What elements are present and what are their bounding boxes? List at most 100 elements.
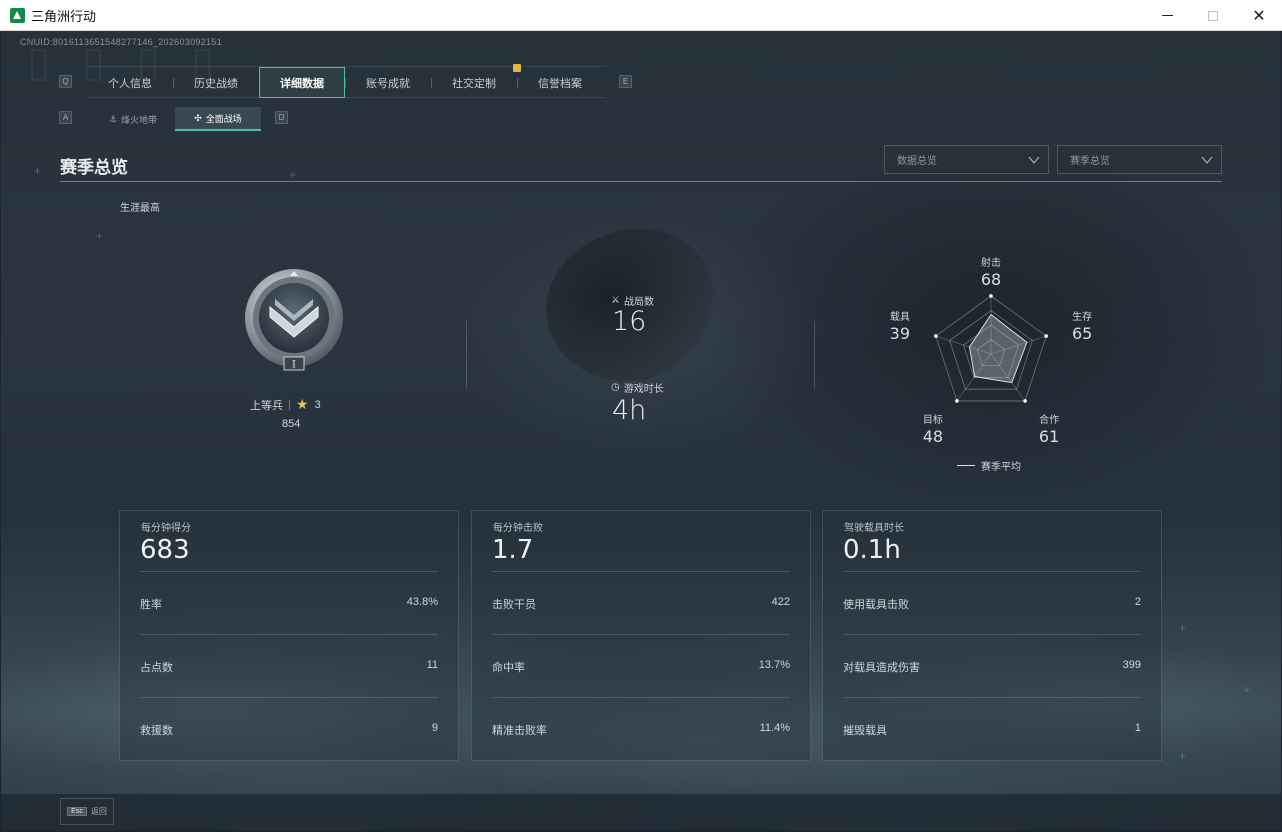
radar-vertex-dot bbox=[955, 399, 959, 403]
anchor-icon: ⚓ bbox=[108, 113, 118, 124]
divider bbox=[843, 571, 1141, 572]
maximize-button[interactable] bbox=[1190, 0, 1236, 31]
game-screen: ▯ ▯ ▯ ▯ + + + + + + CNUID:80161136515482… bbox=[1, 31, 1281, 831]
subtab-prev-key-hint[interactable]: A bbox=[59, 111, 72, 124]
radar-axis-label: 合作 bbox=[1039, 413, 1059, 426]
radar-chart-svg: 射击68 生存65 合作61 目标48 载具39 bbox=[890, 257, 1093, 446]
season-overview-dropdown[interactable]: 赛季总览 bbox=[1057, 145, 1222, 174]
decor-plus-icon: + bbox=[34, 164, 42, 178]
star-icon: ★ bbox=[296, 396, 309, 412]
radar-legend: 赛季平均 bbox=[957, 458, 1021, 473]
tab-achievements[interactable]: 账号成就 bbox=[345, 67, 431, 98]
stat-panel-vehicle: 驾驶载具时长 0.1h 使用载具击败 2 对载具造成伤害 399 摧毁载具 1 bbox=[822, 510, 1162, 761]
stat-row: 命中率 13.7% bbox=[492, 659, 790, 674]
window-title: 三角洲行动 bbox=[31, 8, 97, 24]
divider bbox=[492, 634, 790, 635]
tab-prev-key-hint[interactable]: Q bbox=[59, 75, 72, 88]
stat-row: 精准击败率 11.4% bbox=[492, 722, 790, 737]
subtab-operations[interactable]: ⚓ 烽火地带 bbox=[91, 107, 175, 131]
radar-value-area bbox=[968, 313, 1028, 384]
radar-axis-value: 65 bbox=[1072, 324, 1092, 343]
panel-title: 每分钟击败 bbox=[493, 523, 543, 534]
stat-row: 使用载具击败 2 bbox=[843, 596, 1141, 611]
divider bbox=[140, 571, 438, 572]
tab-next-key-hint[interactable]: E bbox=[619, 75, 632, 88]
panel-value: 1.7 bbox=[492, 535, 534, 565]
subtab-warfare[interactable]: ✣ 全面战场 bbox=[175, 107, 261, 131]
decor-plus-icon: + bbox=[1179, 749, 1187, 763]
maximize-icon bbox=[1208, 10, 1218, 21]
stat-row: 胜率 43.8% bbox=[140, 596, 438, 611]
tab-match-history[interactable]: 历史战绩 bbox=[173, 67, 259, 98]
radar-vertex-dot bbox=[1023, 399, 1027, 403]
divider bbox=[466, 321, 467, 389]
divider bbox=[140, 697, 438, 698]
close-icon: ✕ bbox=[1252, 7, 1266, 25]
divider bbox=[289, 399, 290, 410]
page-title: 赛季总览 bbox=[60, 158, 128, 177]
panel-title: 驾驶载具时长 bbox=[844, 523, 904, 534]
rank-points: 854 bbox=[282, 418, 301, 430]
cnuid-text: CNUID:8016113651548277146_202603092151 bbox=[20, 37, 222, 47]
stat-row: 摧毁载具 1 bbox=[843, 722, 1141, 737]
decor-plus-icon: + bbox=[289, 168, 297, 182]
radar-axis-value: 68 bbox=[981, 270, 1001, 289]
tab-reputation[interactable]: 信誉档案 bbox=[517, 67, 603, 98]
panel-value: 683 bbox=[140, 535, 190, 565]
rank-badge-icon: I bbox=[245, 269, 343, 371]
stat-row: 救援数 9 bbox=[140, 722, 438, 737]
panel-title: 每分钟得分 bbox=[141, 523, 191, 534]
divider bbox=[814, 321, 815, 389]
career-best-label: 生涯最高 bbox=[120, 203, 160, 214]
panel-value: 0.1h bbox=[843, 535, 901, 565]
radar-axis-value: 61 bbox=[1039, 427, 1059, 446]
esc-key-hint: Esc bbox=[67, 807, 87, 816]
chevron-down-icon bbox=[1028, 156, 1040, 164]
rank-name: 上等兵 bbox=[250, 399, 283, 412]
main-tabs: 个人信息 历史战绩 详细数据 账号成就 社交定制 信誉档案 bbox=[87, 64, 606, 98]
data-overview-dropdown[interactable]: 数据总览 bbox=[884, 145, 1049, 174]
divider bbox=[843, 697, 1141, 698]
app-logo-icon bbox=[10, 7, 25, 23]
radar-axis-label: 射击 bbox=[981, 257, 1001, 269]
back-button[interactable]: Esc 返回 bbox=[60, 798, 114, 825]
rank-info: 上等兵 ★ 3 bbox=[250, 396, 321, 413]
rank-numeral: I bbox=[292, 360, 296, 371]
stat-row: 对载具造成伤害 399 bbox=[843, 659, 1141, 674]
radar-axis-value: 39 bbox=[890, 324, 910, 343]
decor-plus-icon: + bbox=[96, 229, 104, 243]
crossed-swords-icon: ⚔ bbox=[611, 295, 620, 306]
stat-panel-score: 每分钟得分 683 胜率 43.8% 占点数 11 救援数 9 bbox=[119, 510, 459, 761]
radar-axis-value: 48 bbox=[923, 427, 943, 446]
radar-axis-label: 生存 bbox=[1072, 310, 1092, 323]
decor-plus-icon: + bbox=[1179, 621, 1187, 635]
decor-plus-icon: + bbox=[1243, 683, 1251, 697]
divider bbox=[60, 181, 1222, 182]
close-button[interactable]: ✕ bbox=[1236, 0, 1282, 31]
tab-detailed-data[interactable]: 详细数据 bbox=[259, 67, 345, 98]
matches-value: 16 bbox=[612, 306, 647, 337]
radar-vertex-dot bbox=[934, 334, 938, 338]
legend-line bbox=[957, 465, 975, 466]
divider bbox=[140, 634, 438, 635]
stat-row: 击败干员 422 bbox=[492, 596, 790, 611]
divider bbox=[492, 571, 790, 572]
radar-vertex-dot bbox=[1044, 334, 1048, 338]
radar-vertex-dot bbox=[989, 294, 993, 298]
ability-radar-chart: 射击 68 生存 65 合作 61 目标 48 载具 39 bbox=[881, 227, 1101, 477]
stat-row: 占点数 11 bbox=[140, 659, 438, 674]
warfare-icon: ✣ bbox=[194, 112, 202, 123]
subtab-next-key-hint[interactable]: D bbox=[275, 111, 288, 124]
minimize-button[interactable] bbox=[1144, 0, 1190, 31]
bottom-bar: Esc 返回 bbox=[1, 794, 1281, 831]
tab-personal-info[interactable]: 个人信息 bbox=[87, 67, 173, 98]
tab-social-custom[interactable]: 社交定制 bbox=[431, 64, 521, 98]
radar-axis-label: 载具 bbox=[890, 311, 910, 323]
playtime-value: 4h bbox=[612, 395, 647, 426]
chevron-down-icon bbox=[1201, 156, 1213, 164]
clock-icon: ◷ bbox=[611, 382, 620, 393]
rank-stars: 3 bbox=[314, 398, 321, 411]
playtime-label: ◷ 游戏时长 bbox=[611, 382, 664, 395]
divider bbox=[492, 697, 790, 698]
radar-axis-label: 目标 bbox=[923, 414, 943, 426]
